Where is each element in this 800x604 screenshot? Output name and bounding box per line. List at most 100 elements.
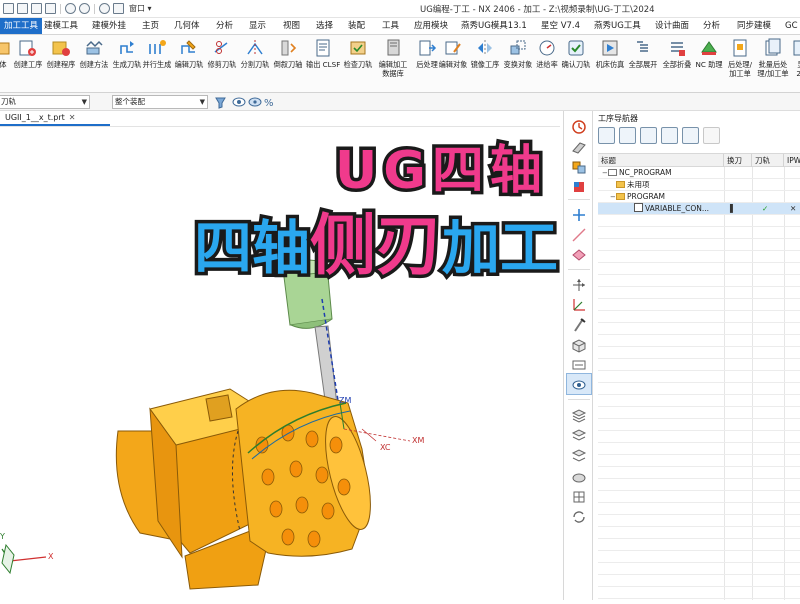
selection-scope-dropdown[interactable]: 整个装配 ▼ xyxy=(112,95,208,109)
close-icon[interactable]: ✕ xyxy=(69,113,76,122)
expand-all-button[interactable]: 全部展开 xyxy=(626,38,660,92)
geometry-view-icon[interactable] xyxy=(640,127,657,144)
csys-icon[interactable] xyxy=(571,297,587,313)
tool-library-icon[interactable] xyxy=(571,317,587,333)
machine-axes-icon[interactable] xyxy=(571,277,587,293)
machine-tool-view-icon[interactable] xyxy=(619,127,636,144)
new-file-icon[interactable] xyxy=(17,3,28,14)
column-header-tool-change[interactable]: 换刀 xyxy=(724,154,752,167)
undo-icon[interactable] xyxy=(65,3,76,14)
column-header-ipw[interactable]: IPW xyxy=(784,154,800,167)
empty-row xyxy=(598,563,800,575)
confirm-toolpath-button[interactable]: 确认刀轨 xyxy=(559,38,593,92)
tab-select[interactable]: 选择 xyxy=(316,18,333,34)
tab-yanxiu-mold[interactable]: 燕秀UG模具13.1 xyxy=(461,18,527,34)
edit-object-button[interactable]: 编辑对象 xyxy=(436,38,470,92)
empty-row xyxy=(598,383,800,395)
refresh-icon[interactable] xyxy=(571,509,587,525)
generate-toolpath-button[interactable]: 生成刀轨 xyxy=(110,38,144,92)
layer-settings-icon[interactable] xyxy=(571,427,587,443)
tab-xingkong[interactable]: 星空 V7.4 xyxy=(541,18,580,34)
column-header-toolpath[interactable]: 刀轨 xyxy=(752,154,784,167)
parallel-generate-button[interactable]: 并行生成 xyxy=(140,38,174,92)
tab-machining-tools[interactable]: 加工工具 xyxy=(0,18,43,34)
tab-view[interactable]: 视图 xyxy=(283,18,300,34)
delete-object-icon[interactable] xyxy=(703,127,720,144)
add-object-icon[interactable] xyxy=(682,127,699,144)
visibility-eye-icon[interactable] xyxy=(571,377,587,393)
type-filter-dropdown[interactable]: 刀轨 ▼ xyxy=(0,95,90,109)
redo-icon[interactable] xyxy=(79,3,90,14)
tree-row[interactable]: − NC_PROGRAM xyxy=(598,167,800,179)
tab-design-surface[interactable]: 设计曲面 xyxy=(655,18,689,34)
tab-assembly[interactable]: 装配 xyxy=(348,18,365,34)
reverse-axis-button[interactable]: 倒叙刀轴 xyxy=(271,38,305,92)
tab-modeling-tools[interactable]: 建模工具 xyxy=(44,18,78,34)
create-method-button[interactable]: 创建方法 xyxy=(77,38,111,92)
nc-assistant-button[interactable]: NC 助理 xyxy=(692,38,726,92)
tab-yanxiu-tools[interactable]: 燕秀UG工具 xyxy=(594,18,641,34)
tree-row[interactable]: 未用项 xyxy=(598,179,800,191)
machining-database-button[interactable]: 编辑加工 数据库 xyxy=(376,38,410,92)
view-style-icon[interactable] xyxy=(571,337,587,353)
file-tab[interactable]: UGII_1__x_t.prt ✕ xyxy=(0,111,110,126)
history-icon[interactable] xyxy=(571,119,587,135)
create-program-button[interactable]: 创建程序 xyxy=(44,38,78,92)
machine-simulation-button[interactable]: 机床仿真 xyxy=(593,38,627,92)
tree-row[interactable]: − PROGRAM xyxy=(598,191,800,203)
tab-display[interactable]: 显示 xyxy=(249,18,266,34)
mic-icon[interactable] xyxy=(99,3,110,14)
trim-toolpath-icon xyxy=(212,38,232,58)
measure-icon[interactable] xyxy=(571,227,587,243)
tab-applications[interactable]: 应用模块 xyxy=(414,18,448,34)
tab-modeling-plugin[interactable]: 建模外挂 xyxy=(92,18,126,34)
column-header-title[interactable]: 标题 xyxy=(598,154,724,167)
tab-tools[interactable]: 工具 xyxy=(382,18,399,34)
tab-gc[interactable]: GC xyxy=(785,18,798,34)
percent-filter-icon[interactable]: % xyxy=(264,98,273,109)
post-sheet-button[interactable]: 后处理/ 加工单 xyxy=(723,38,757,92)
display-button[interactable]: 显 20 xyxy=(784,38,800,92)
layer-icon[interactable] xyxy=(571,407,587,423)
part-navigator-icon[interactable] xyxy=(571,139,587,155)
open-file-icon[interactable] xyxy=(31,3,42,14)
output-clsf-button[interactable]: 输出 CLSF xyxy=(306,38,340,92)
save-icon[interactable] xyxy=(45,3,56,14)
show-hide-icon[interactable] xyxy=(232,97,246,107)
verify-toolpath-button[interactable]: 检查刀轨 xyxy=(341,38,375,92)
sketch-icon[interactable] xyxy=(113,3,124,14)
post-sheet-icon xyxy=(730,38,750,58)
assembly-navigator-icon[interactable] xyxy=(571,159,587,175)
select-filter-icon[interactable] xyxy=(215,97,226,109)
tab-geometry[interactable]: 几何体 xyxy=(174,18,200,34)
layer-copy-icon[interactable] xyxy=(571,447,587,463)
snap-icon[interactable] xyxy=(571,489,587,505)
roles-icon[interactable] xyxy=(571,357,587,373)
headline-line2: 四轴侧刃加工 xyxy=(190,204,561,288)
visibility-icon[interactable] xyxy=(248,97,262,107)
tab-analysis-2[interactable]: 分析 xyxy=(703,18,720,34)
create-operation-button[interactable]: 创建工序 xyxy=(11,38,45,92)
navigator-title: 工序导航器 xyxy=(598,114,638,123)
palette-icon[interactable] xyxy=(571,179,587,195)
tab-analysis[interactable]: 分析 xyxy=(216,18,233,34)
empty-row xyxy=(598,323,800,335)
window-menu[interactable]: 窗口 ▾ xyxy=(129,3,152,14)
split-toolpath-button[interactable]: 分割刀轨 xyxy=(238,38,272,92)
program-order-view-icon[interactable] xyxy=(598,127,615,144)
tab-sync-modeling[interactable]: 同步建模 xyxy=(737,18,771,34)
tree-row-selected[interactable]: VARIABLE_CON... ▌ ✓ ✕ xyxy=(598,203,800,215)
trim-toolpath-button[interactable]: 修剪刀轨 xyxy=(205,38,239,92)
workpiece xyxy=(115,388,371,590)
edit-toolpath-button[interactable]: 编辑刀轨 xyxy=(172,38,206,92)
constraint-navigator-icon[interactable] xyxy=(571,207,587,223)
wcs-triad: X Y xyxy=(0,532,54,575)
collapse-all-button[interactable]: 全部折叠 xyxy=(660,38,694,92)
tab-home[interactable]: 主页 xyxy=(142,18,159,34)
machining-method-view-icon[interactable] xyxy=(661,127,678,144)
diamond-icon[interactable] xyxy=(571,247,587,263)
empty-row xyxy=(598,551,800,563)
part-view-icon[interactable] xyxy=(571,469,587,485)
menu-icon[interactable] xyxy=(3,3,14,14)
mirror-operation-button[interactable]: 镜像工序 xyxy=(468,38,502,92)
